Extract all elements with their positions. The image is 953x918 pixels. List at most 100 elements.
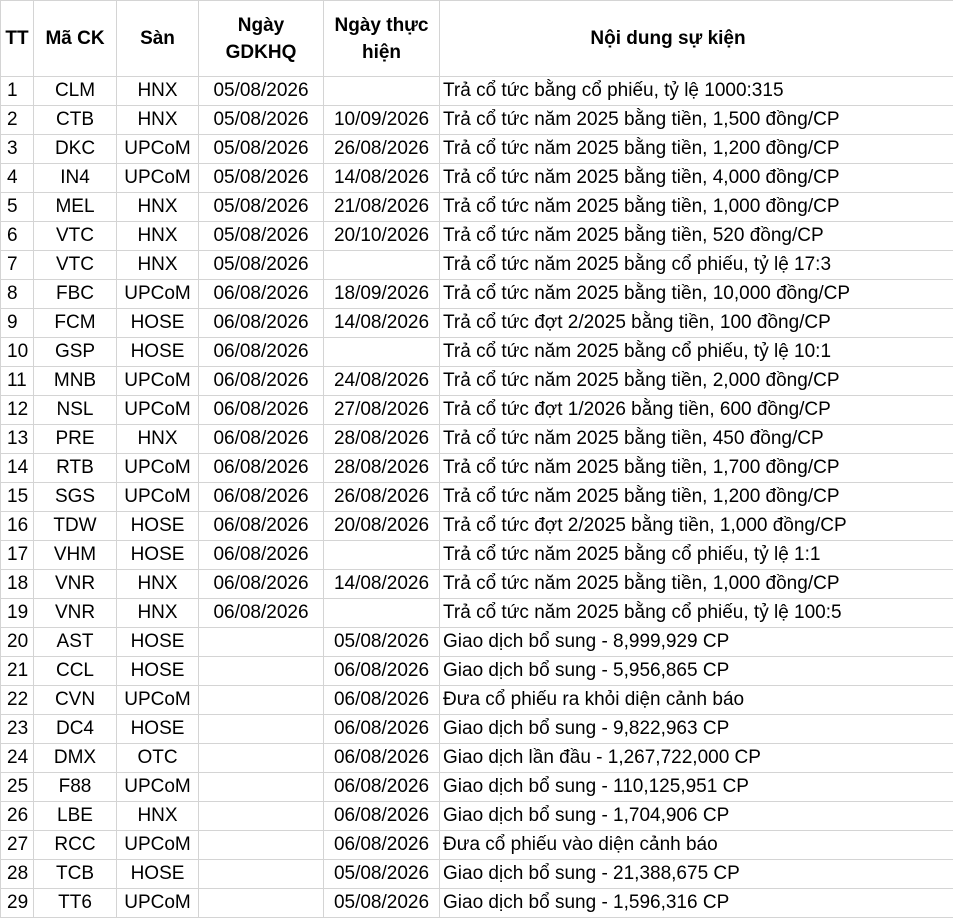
table-row: 10 GSP HOSE 06/08/2026 Trả cổ tức năm 2025 b… <box>0 337 953 367</box>
cell-ngay-thuc-hien: 28/08/2026 <box>323 424 440 454</box>
cell-tt: 28 <box>0 859 34 889</box>
cell-tt: 17 <box>0 540 34 570</box>
cell-ngay-gdkhq: 06/08/2026 <box>198 424 324 454</box>
table-row: 15 SGS UPCoM 06/08/2026 26/08/2026 Trả cổ tức… <box>0 482 953 512</box>
cell-noi-dung: Trả cổ tức năm 2025 bằng tiền, 1,200 đồn… <box>439 482 953 512</box>
cell-ngay-thuc-hien <box>323 337 440 367</box>
cell-san: HNX <box>116 598 199 628</box>
cell-tt: 16 <box>0 511 34 541</box>
cell-ngay-gdkhq: 06/08/2026 <box>198 540 324 570</box>
cell-ma-ck: DMX <box>33 743 117 773</box>
cell-tt: 12 <box>0 395 34 425</box>
cell-tt: 14 <box>0 453 34 483</box>
cell-san: HOSE <box>116 656 199 686</box>
cell-ma-ck: RTB <box>33 453 117 483</box>
cell-ngay-gdkhq <box>198 888 324 918</box>
header-noi-dung: Nội dung sự kiện <box>439 0 953 77</box>
cell-noi-dung: Đưa cổ phiếu vào diện cảnh báo <box>439 830 953 860</box>
cell-ngay-thuc-hien <box>323 598 440 628</box>
cell-tt: 11 <box>0 366 34 396</box>
cell-ngay-thuc-hien: 28/08/2026 <box>323 453 440 483</box>
cell-noi-dung: Giao dịch bổ sung - 1,704,906 CP <box>439 801 953 831</box>
cell-san: UPCoM <box>116 279 199 309</box>
cell-san: HOSE <box>116 337 199 367</box>
cell-noi-dung: Giao dịch bổ sung - 9,822,963 CP <box>439 714 953 744</box>
cell-noi-dung: Trả cổ tức năm 2025 bằng cổ phiếu, tỷ lệ… <box>439 540 953 570</box>
cell-tt: 18 <box>0 569 34 599</box>
table-row: 22 CVN UPCoM 06/08/2026 Đưa cổ phiếu ra khỏi… <box>0 685 953 715</box>
cell-san: HOSE <box>116 859 199 889</box>
cell-ma-ck: MEL <box>33 192 117 222</box>
cell-ngay-gdkhq <box>198 743 324 773</box>
table-row: 13 PRE HNX 06/08/2026 28/08/2026 Trả cổ tức n… <box>0 424 953 454</box>
cell-tt: 13 <box>0 424 34 454</box>
cell-ngay-gdkhq: 06/08/2026 <box>198 279 324 309</box>
cell-noi-dung: Trả cổ tức năm 2025 bằng cổ phiếu, tỷ lệ… <box>439 598 953 628</box>
cell-ma-ck: TDW <box>33 511 117 541</box>
cell-noi-dung: Trả cổ tức năm 2025 bằng tiền, 1,000 đồn… <box>439 192 953 222</box>
cell-ngay-thuc-hien: 06/08/2026 <box>323 743 440 773</box>
header-tt: TT <box>0 0 34 77</box>
cell-ngay-thuc-hien <box>323 76 440 106</box>
cell-san: HNX <box>116 424 199 454</box>
table-row: 8 FBC UPCoM 06/08/2026 18/09/2026 Trả cổ tức … <box>0 279 953 309</box>
cell-ma-ck: LBE <box>33 801 117 831</box>
cell-ma-ck: CVN <box>33 685 117 715</box>
cell-ngay-gdkhq: 05/08/2026 <box>198 192 324 222</box>
cell-ngay-thuc-hien: 27/08/2026 <box>323 395 440 425</box>
cell-ngay-thuc-hien: 26/08/2026 <box>323 482 440 512</box>
cell-san: HNX <box>116 221 199 251</box>
table-row: 9 FCM HOSE 06/08/2026 14/08/2026 Trả cổ tức đ… <box>0 308 953 338</box>
header-ngay-thuc-hien: Ngày thực hiện <box>323 0 440 77</box>
cell-ngay-gdkhq <box>198 656 324 686</box>
cell-ngay-thuc-hien: 06/08/2026 <box>323 830 440 860</box>
cell-ngay-gdkhq: 05/08/2026 <box>198 105 324 135</box>
cell-san: HOSE <box>116 511 199 541</box>
cell-ma-ck: F88 <box>33 772 117 802</box>
cell-san: HNX <box>116 250 199 280</box>
cell-ngay-gdkhq: 05/08/2026 <box>198 76 324 106</box>
cell-ma-ck: SGS <box>33 482 117 512</box>
cell-tt: 6 <box>0 221 34 251</box>
cell-ma-ck: AST <box>33 627 117 657</box>
cell-noi-dung: Trả cổ tức năm 2025 bằng tiền, 520 đồng/… <box>439 221 953 251</box>
cell-tt: 26 <box>0 801 34 831</box>
cell-ngay-thuc-hien: 10/09/2026 <box>323 105 440 135</box>
cell-ngay-thuc-hien: 14/08/2026 <box>323 308 440 338</box>
cell-noi-dung: Trả cổ tức năm 2025 bằng tiền, 1,000 đồn… <box>439 569 953 599</box>
cell-noi-dung: Trả cổ tức đợt 2/2025 bằng tiền, 100 đồn… <box>439 308 953 338</box>
cell-noi-dung: Trả cổ tức năm 2025 bằng tiền, 2,000 đồn… <box>439 366 953 396</box>
cell-san: UPCoM <box>116 830 199 860</box>
cell-noi-dung: Đưa cổ phiếu ra khỏi diện cảnh báo <box>439 685 953 715</box>
table-row: 19 VNR HNX 06/08/2026 Trả cổ tức năm 2025 bằ… <box>0 598 953 628</box>
cell-noi-dung: Trả cổ tức năm 2025 bằng cổ phiếu, tỷ lệ… <box>439 337 953 367</box>
table-row: 28 TCB HOSE 05/08/2026 Giao dịch bổ sung - 2… <box>0 859 953 889</box>
cell-ma-ck: VHM <box>33 540 117 570</box>
table-row: 2 CTB HNX 05/08/2026 10/09/2026 Trả cổ tức nă… <box>0 105 953 135</box>
cell-ngay-thuc-hien: 20/08/2026 <box>323 511 440 541</box>
cell-noi-dung: Giao dịch lần đầu - 1,267,722,000 CP <box>439 743 953 773</box>
table-row: 11 MNB UPCoM 06/08/2026 24/08/2026 Trả cổ tức… <box>0 366 953 396</box>
header-san: Sàn <box>116 0 199 77</box>
table-row: 29 TT6 UPCoM 05/08/2026 Giao dịch bổ sung - … <box>0 888 953 918</box>
cell-ma-ck: PRE <box>33 424 117 454</box>
table-row: 16 TDW HOSE 06/08/2026 20/08/2026 Trả cổ tức … <box>0 511 953 541</box>
table-row: 25 F88 UPCoM 06/08/2026 Giao dịch bổ sung - … <box>0 772 953 802</box>
cell-ngay-thuc-hien: 06/08/2026 <box>323 801 440 831</box>
cell-san: UPCoM <box>116 366 199 396</box>
cell-tt: 9 <box>0 308 34 338</box>
cell-tt: 7 <box>0 250 34 280</box>
cell-san: HNX <box>116 105 199 135</box>
cell-noi-dung: Giao dịch bổ sung - 1,596,316 CP <box>439 888 953 918</box>
header-ngay-gdkhq: Ngày GDKHQ <box>198 0 324 77</box>
header-ma-ck: Mã CK <box>33 0 117 77</box>
table-row: 6 VTC HNX 05/08/2026 20/10/2026 Trả cổ tức nă… <box>0 221 953 251</box>
cell-noi-dung: Trả cổ tức năm 2025 bằng tiền, 450 đồng/… <box>439 424 953 454</box>
cell-noi-dung: Trả cổ tức năm 2025 bằng tiền, 4,000 đồn… <box>439 163 953 193</box>
cell-san: HOSE <box>116 714 199 744</box>
cell-ngay-thuc-hien: 14/08/2026 <box>323 163 440 193</box>
table-row: 23 DC4 HOSE 06/08/2026 Giao dịch bổ sung - 9… <box>0 714 953 744</box>
cell-ngay-thuc-hien: 21/08/2026 <box>323 192 440 222</box>
cell-noi-dung: Trả cổ tức năm 2025 bằng tiền, 10,000 đồ… <box>439 279 953 309</box>
cell-ma-ck: TCB <box>33 859 117 889</box>
